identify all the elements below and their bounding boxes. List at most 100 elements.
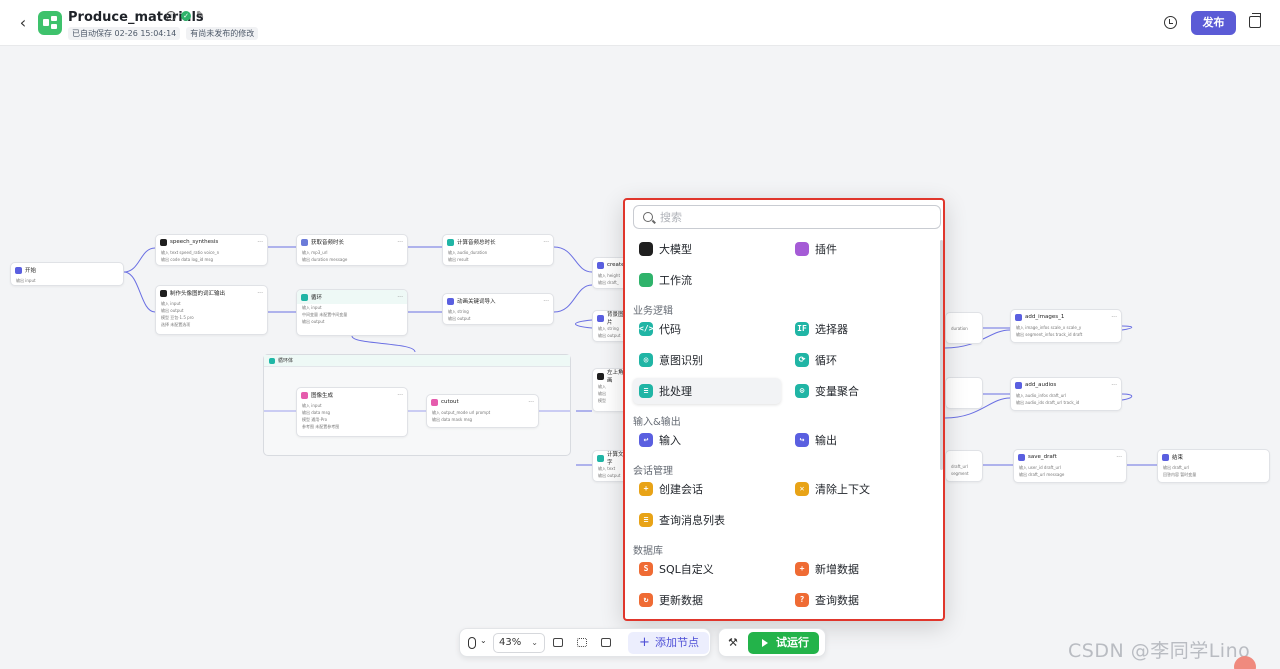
node-title: 获取音频时长 (311, 240, 345, 246)
node-option-plugin[interactable]: 插件 (789, 236, 937, 262)
node-option-output[interactable]: ↪ 输出 (789, 427, 937, 453)
node-option-llm[interactable]: 大模型 (633, 236, 781, 262)
node-option-loop[interactable]: ⟳ 循环 (789, 347, 937, 373)
node-loop[interactable]: 循环 ··· 输入 input 中间变量 未配置中间变量 输出 output (296, 289, 408, 336)
node-row: 输入 audio_infos draft_url (1016, 393, 1067, 398)
more-icon[interactable]: ··· (1111, 314, 1117, 321)
node-title: add_images_1 (1025, 314, 1065, 320)
publish-button[interactable]: 发布 (1191, 11, 1236, 35)
node-add-images[interactable]: add_images_1 ··· 输入 image_infos scale_x s… (1010, 309, 1122, 343)
node-option-variable-merge[interactable]: ⊙ 变量聚合 (789, 378, 937, 404)
node-option-query-data[interactable]: ? 查询数据 (789, 587, 937, 613)
history-icon[interactable] (1164, 16, 1177, 29)
more-icon[interactable]: ··· (528, 399, 534, 406)
node-row: 回答内容 暂时变量 (1163, 472, 1197, 477)
node-image-gen[interactable]: 图像生成 ··· 输入 input 输出 data msg 模型 通用-Pro 参… (296, 387, 408, 437)
comment-icon[interactable] (553, 638, 563, 647)
layout-grid-icon[interactable] (577, 638, 587, 647)
node-option-input[interactable]: ↩ 输入 (633, 427, 781, 453)
test-run-button[interactable]: 试运行 (748, 632, 819, 654)
edit-icon[interactable]: ✎ (196, 11, 206, 21)
plugin-icon (795, 242, 809, 256)
node-option-message-list[interactable]: ≡ 查询消息列表 (633, 507, 781, 533)
node-row: 输入 mp3_url (302, 250, 328, 255)
node-row: 输出 output (302, 319, 325, 324)
node-option-add-data[interactable]: + 新增数据 (789, 556, 937, 582)
node-row: 输入 image_infos scale_x scale_y (1016, 325, 1082, 330)
node-llm-material[interactable]: 制作头像图的词汇输出 ··· 输入 input 输出 output 模型 豆包·1… (155, 285, 268, 335)
node-row: 输出 data mask msg (432, 417, 473, 422)
more-icon[interactable]: ··· (397, 294, 403, 301)
node-keyword-import[interactable]: 动画关键词导入 ··· 输入 string 输出 output (442, 293, 554, 325)
unpublished-badge: 有尚未发布的修改 (186, 27, 259, 40)
more-icon[interactable]: ··· (397, 239, 403, 246)
node-search-box[interactable] (633, 205, 941, 229)
more-icon[interactable]: ··· (257, 290, 263, 297)
node-row: 输出 audio_ids draft_url track_id (1016, 400, 1080, 405)
node-save-draft[interactable]: save_draft ··· 输入 user_id draft_url 输出 dr… (1013, 449, 1127, 483)
node-option-clear-context[interactable]: ✕ 清除上下文 (789, 476, 937, 502)
zoom-select[interactable]: 43% ⌄ (493, 633, 545, 653)
more-icon[interactable]: ··· (1111, 382, 1117, 389)
node-option-workflow[interactable]: 工作流 (633, 267, 781, 293)
node-title: 循环 (311, 295, 323, 301)
node-option-label: 清除上下文 (815, 483, 870, 496)
node-title: 图像生成 (311, 393, 334, 399)
more-icon[interactable]: ··· (543, 239, 549, 246)
node-row: draft_url (951, 464, 968, 469)
node-title: 动画关键词导入 (457, 299, 496, 305)
node-option-label: 输出 (815, 434, 837, 447)
node-fragment-url[interactable]: draft_url segment (945, 450, 983, 482)
node-option-update-data[interactable]: ↻ 更新数据 (633, 587, 781, 613)
add-node-button[interactable]: + 添加节点 (628, 632, 709, 654)
node-speech-synthesis[interactable]: speech_synthesis ··· 输入 text speed_ratio … (155, 234, 268, 266)
node-option-batch[interactable]: ≡ 批处理 (633, 378, 781, 404)
loop-icon: ⟳ (795, 353, 809, 367)
llm-node-icon (160, 289, 167, 297)
node-option-code[interactable]: </> 代码 (633, 316, 781, 342)
node-row: 输出 output (448, 316, 471, 321)
node-option-create-conversation[interactable]: + 创建会话 (633, 476, 781, 502)
node-option-label: 更新数据 (659, 594, 703, 607)
variable-merge-icon: ⊙ (795, 384, 809, 398)
more-icon[interactable]: ··· (543, 298, 549, 305)
chevron-down-icon[interactable]: ⌄ (480, 636, 487, 645)
plugin-node-icon (301, 238, 308, 246)
more-icon[interactable]: ··· (1116, 454, 1122, 461)
node-option-label: 工作流 (659, 274, 692, 287)
more-icon[interactable]: ··· (397, 392, 403, 399)
node-row: duration (951, 326, 968, 331)
node-fragment-audio[interactable] (945, 377, 983, 409)
node-row: 输入 audio_duration (448, 250, 488, 255)
node-fragment-duration[interactable]: duration (945, 312, 983, 344)
node-row: segment (951, 471, 969, 476)
section-title: 会话管理 (633, 466, 673, 477)
node-option-label: 循环 (815, 354, 837, 367)
minimap-icon[interactable] (601, 638, 611, 647)
copy-icon[interactable] (1249, 13, 1261, 28)
node-title: 开始 (25, 268, 37, 274)
if-selector-icon: IF (795, 322, 809, 336)
node-option-intent[interactable]: ◎ 意图识别 (633, 347, 781, 373)
node-title: 计算音频总时长 (457, 240, 496, 246)
test-run-label: 试运行 (776, 636, 809, 649)
node-row: 输出 data msg (302, 410, 331, 415)
more-icon[interactable]: ··· (257, 239, 263, 246)
node-start[interactable]: 开始 输出 input (10, 262, 124, 286)
node-audio-total[interactable]: 计算音频总时长 ··· 输入 audio_duration 输出 result (442, 234, 554, 266)
node-get-audio-duration[interactable]: 获取音频时长 ··· 输入 mp3_url 输出 duration message (296, 234, 408, 266)
node-row: 输入 input (161, 301, 181, 306)
image-gen-node-icon (301, 391, 308, 399)
popup-scrollbar[interactable] (940, 240, 943, 470)
node-cutout[interactable]: cutout ··· 输入 output_mode url prompt 输出 d… (426, 394, 539, 428)
info-icon[interactable]: i (166, 11, 176, 21)
wrench-icon[interactable]: ⚒ (728, 636, 738, 649)
node-search-input[interactable] (660, 209, 930, 225)
node-add-audios[interactable]: add_audios ··· 输入 audio_infos draft_url 输… (1010, 377, 1122, 411)
node-end[interactable]: 结束 输出 draft_url 回答内容 暂时变量 (1157, 449, 1270, 483)
node-option-if-selector[interactable]: IF 选择器 (789, 316, 937, 342)
back-arrow-icon[interactable]: ‹ (14, 14, 32, 32)
mouse-mode-icon[interactable] (468, 637, 476, 649)
node-option-label: 变量聚合 (815, 385, 859, 398)
node-option-sql[interactable]: S SQL自定义 (633, 556, 781, 582)
